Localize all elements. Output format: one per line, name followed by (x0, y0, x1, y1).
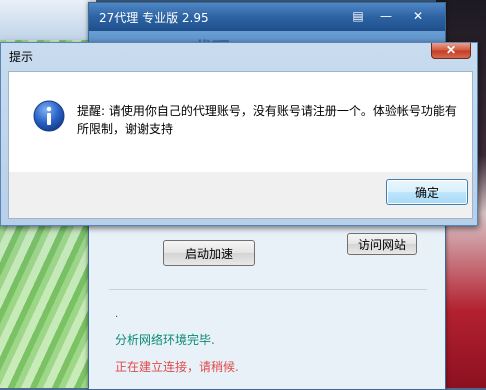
start-acceleration-button[interactable]: 启动加速 (163, 240, 255, 266)
app-title: 27代理 专业版 2.95 (99, 11, 209, 25)
log-dot: . (115, 309, 119, 320)
app-content: 启动加速 访问网站 . 分析网络环境完毕. 正在建立连接，请稍候. (89, 203, 445, 389)
close-icon[interactable]: ✕ (431, 43, 471, 59)
status-connecting: 正在建立连接，请稍候. (115, 360, 239, 374)
menu-icon[interactable]: ▤ (347, 7, 369, 25)
info-icon (33, 100, 65, 132)
dialog-body: 提醒: 请使用你自己的代理账号，没有账号请注册一个。体验帐号功能有所限制，谢谢支… (8, 71, 473, 219)
dialog-message: 提醒: 请使用你自己的代理账号，没有账号请注册一个。体验帐号功能有所限制，谢谢支… (77, 104, 457, 136)
app-close-icon[interactable]: ✕ (407, 7, 429, 25)
status-network-done: 分析网络环境完毕. (115, 333, 215, 347)
alert-dialog: 提示 ✕ 提醒: 请使用你自己的代理账号，没有账号请注册一个。体验帐号功能有所限… (0, 42, 478, 226)
divider (109, 289, 427, 290)
dialog-message-area: 提醒: 请使用你自己的代理账号，没有账号请注册一个。体验帐号功能有所限制，谢谢支… (9, 72, 472, 172)
dialog-title: 提示 (9, 50, 34, 64)
app-titlebar[interactable]: 27代理 专业版 2.95 ▤ — ✕ (89, 3, 445, 31)
minimize-icon[interactable]: — (375, 7, 397, 25)
visit-website-button[interactable]: 访问网站 (347, 233, 417, 255)
ok-button[interactable]: 确定 (386, 179, 468, 205)
